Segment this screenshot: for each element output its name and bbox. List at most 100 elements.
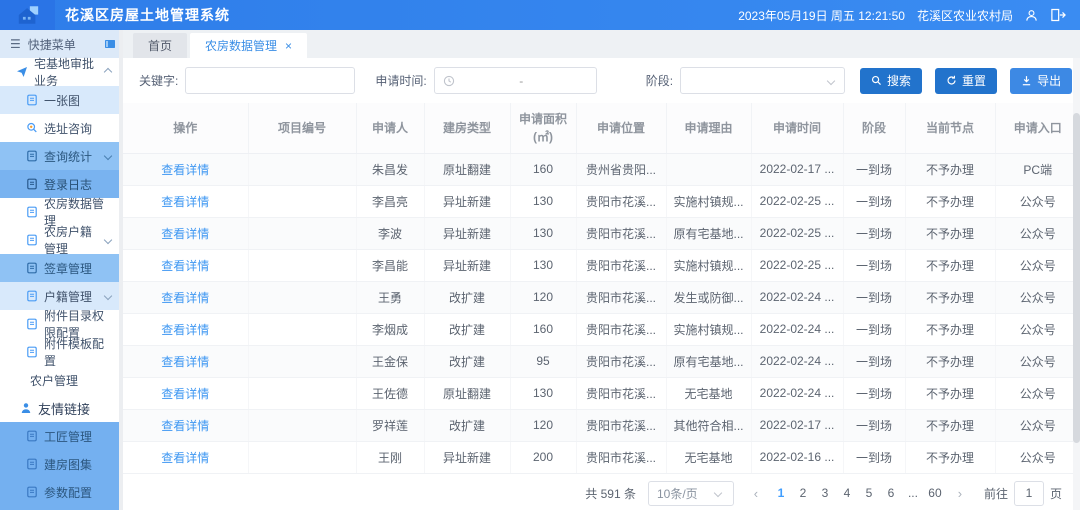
table-row: 查看详情 王勇 改扩建 120 贵阳市花溪... 发生或防御... 2022-0… [123, 281, 1080, 313]
cell-build-type: 改扩建 [424, 409, 510, 441]
page-number-button[interactable]: 5 [858, 481, 880, 505]
cell-build-type: 异址新建 [424, 249, 510, 281]
cell-location: 贵阳市花溪... [576, 313, 666, 345]
cell-apply-area: 200 [510, 441, 576, 473]
view-detail-link[interactable]: 查看详情 [161, 259, 209, 273]
cell-applicant: 王金保 [356, 345, 424, 377]
view-detail-link[interactable]: 查看详情 [161, 163, 209, 177]
stage-select[interactable] [680, 67, 845, 94]
reset-button[interactable]: 重置 [935, 68, 997, 94]
top-header: 花溪区房屋土地管理系统 2023年05月19日 周五 12:21:50 花溪区农… [0, 0, 1080, 30]
cell-reason: 无宅基地 [666, 377, 751, 409]
page-numbers: 1 2 3 4 5 6 ... [770, 481, 946, 505]
view-detail-link[interactable]: 查看详情 [161, 323, 209, 337]
content-scrollbar-thumb[interactable] [1073, 113, 1080, 443]
view-detail-link[interactable]: 查看详情 [161, 227, 209, 241]
table-row: 查看详情 朱昌发 原址翻建 160 贵州省贵阳... 2022-02-17 ..… [123, 153, 1080, 185]
page-number-button[interactable]: 6 [880, 481, 902, 505]
chevron-down-icon [714, 489, 722, 497]
cell-reason: 发生或防御... [666, 281, 751, 313]
tab-housing-data[interactable]: 农房数据管理 × [190, 33, 307, 58]
cell-applicant: 王刚 [356, 441, 424, 473]
cell-apply-area: 130 [510, 185, 576, 217]
keyword-label: 关键字: [139, 72, 178, 89]
cell-project-no [248, 153, 356, 185]
sidebar-item-site-consult[interactable]: 选址咨询 [0, 114, 123, 142]
cell-build-type: 异址新建 [424, 217, 510, 249]
sidebar-menu-title: 快捷菜单 [28, 36, 76, 53]
col-action: 操作 [123, 103, 248, 153]
sidebar-item-attachment-permission[interactable]: 附件目录权限配置 [0, 310, 123, 338]
sidebar-item-friend-links[interactable]: 友情链接 [0, 394, 123, 422]
view-detail-link[interactable]: 查看详情 [161, 419, 209, 433]
cell-location: 贵阳市花溪... [576, 281, 666, 313]
cell-apply-area: 120 [510, 409, 576, 441]
view-detail-link[interactable]: 查看详情 [161, 291, 209, 305]
table-header-row: 操作 项目编号 申请人 建房类型 申请面积 (㎡) 申请位置 申请理由 [123, 103, 1080, 153]
sidebar-item-housing-data[interactable]: 农房数据管理 [0, 198, 123, 226]
cell-entry: 公众号 [995, 313, 1080, 345]
search-button[interactable]: 搜索 [860, 68, 922, 94]
sidebar-item-login-log[interactable]: 登录日志 [0, 170, 123, 198]
doc-icon [26, 234, 38, 246]
pagination: 共 591 条 10条/页 ‹ 1 2 3 [123, 476, 1080, 510]
page-number-button[interactable]: 4 [836, 481, 858, 505]
sidebar-item-one-map[interactable]: 一张图 [0, 86, 123, 114]
cell-entry: 公众号 [995, 281, 1080, 313]
page-number-button[interactable]: ... [902, 481, 924, 505]
cell-apply-time: 2022-02-17 ... [751, 409, 843, 441]
table-row: 查看详情 李波 异址新建 130 贵阳市花溪... 原有宅基地... 2022-… [123, 217, 1080, 249]
view-detail-link[interactable]: 查看详情 [161, 387, 209, 401]
sidebar-item-household[interactable]: 户籍管理 [0, 282, 123, 310]
close-icon[interactable]: × [285, 40, 292, 52]
goto-label: 前往 [984, 485, 1008, 502]
sidebar-item-attachment-template[interactable]: 附件模板配置 [0, 338, 123, 366]
logout-icon[interactable] [1050, 8, 1066, 22]
cell-apply-area: 130 [510, 217, 576, 249]
page-number-button[interactable]: 2 [792, 481, 814, 505]
view-detail-link[interactable]: 查看详情 [161, 451, 209, 465]
menu-icon[interactable]: ☰ [10, 37, 21, 51]
table-row: 查看详情 王刚 异址新建 200 贵阳市花溪... 无宅基地 2022-02-1… [123, 441, 1080, 473]
tab-home[interactable]: 首页 [133, 33, 187, 58]
cell-applicant: 王勇 [356, 281, 424, 313]
page-number-button[interactable]: 1 [770, 481, 792, 505]
user-icon[interactable] [1025, 9, 1038, 22]
cell-applicant: 李昌能 [356, 249, 424, 281]
table-row: 查看详情 罗祥莲 改扩建 120 贵阳市花溪... 其他符合相... 2022-… [123, 409, 1080, 441]
cell-project-no [248, 281, 356, 313]
doc-icon [26, 430, 38, 442]
cell-location: 贵阳市花溪... [576, 409, 666, 441]
collapse-sidebar-icon[interactable] [105, 40, 115, 48]
cell-project-no [248, 345, 356, 377]
sidebar-item-house-atlas[interactable]: 建房图集 [0, 450, 123, 478]
sidebar-item-housing-household[interactable]: 农房户籍管理 [0, 226, 123, 254]
keyword-input[interactable] [185, 67, 355, 94]
sidebar-item-signature[interactable]: 签章管理 [0, 254, 123, 282]
cell-stage: 一到场 [843, 345, 905, 377]
view-detail-link[interactable]: 查看详情 [161, 195, 209, 209]
sidebar-item-query-stats[interactable]: 查询统计 [0, 142, 123, 170]
export-button[interactable]: 导出 [1010, 68, 1072, 94]
page-number-button[interactable]: 3 [814, 481, 836, 505]
sidebar-item-survey-task[interactable]: 测绘任务 [0, 506, 123, 510]
sidebar-item-approval-business[interactable]: 宅基地审批业务 [0, 58, 123, 86]
apply-time-range-input[interactable]: - [434, 67, 597, 94]
prev-page-button[interactable]: ‹ [746, 481, 766, 505]
page-number-button[interactable]: 60 [924, 481, 946, 505]
col-current-node: 当前节点 [905, 103, 995, 153]
page-size-select[interactable]: 10条/页 [648, 481, 734, 506]
sidebar-item-param-config[interactable]: 参数配置 [0, 478, 123, 506]
cell-project-no [248, 185, 356, 217]
next-page-button[interactable]: › [950, 481, 970, 505]
view-detail-link[interactable]: 查看详情 [161, 355, 209, 369]
date-range-separator: - [455, 74, 588, 88]
doc-icon [26, 94, 38, 106]
cell-project-no [248, 313, 356, 345]
cell-apply-time: 2022-02-25 ... [751, 185, 843, 217]
sidebar-item-farmer-mgmt[interactable]: 农户管理 [0, 366, 123, 394]
col-build-type: 建房类型 [424, 103, 510, 153]
doc-icon [26, 486, 38, 498]
sidebar-item-craftsman[interactable]: 工匠管理 [0, 422, 123, 450]
goto-page-input[interactable] [1014, 481, 1044, 506]
